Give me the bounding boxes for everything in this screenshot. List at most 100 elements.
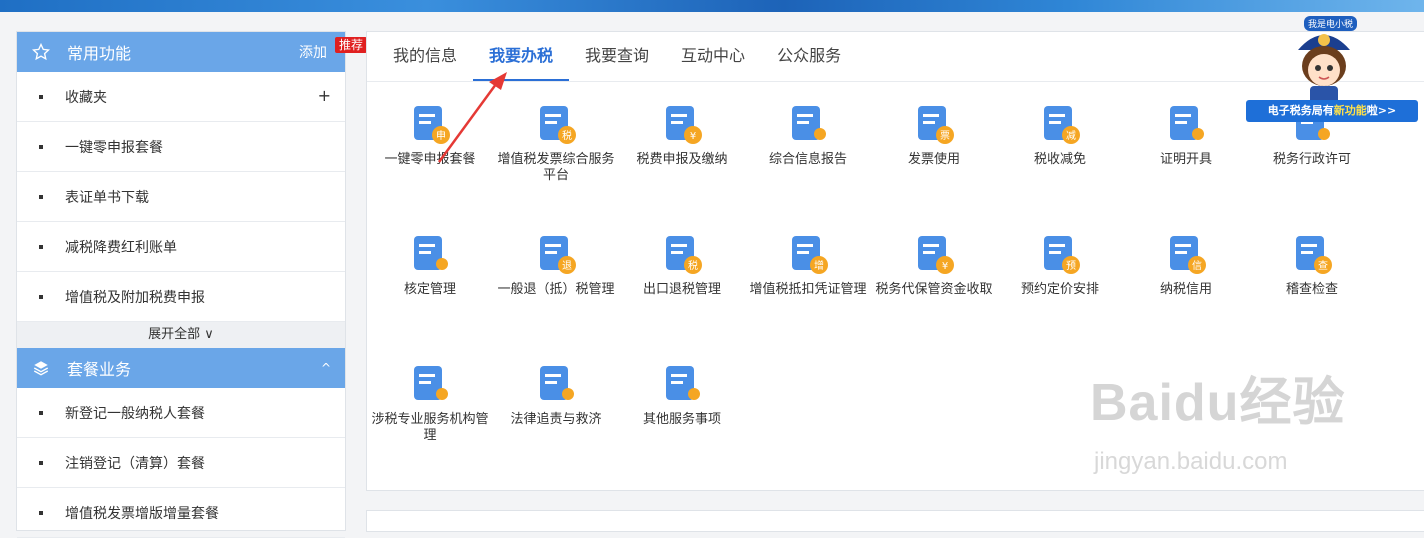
service-label: 一般退（抵）税管理 (497, 282, 615, 297)
service-item[interactable]: 综合信息报告 (745, 102, 871, 168)
svg-text:税: 税 (562, 129, 572, 142)
service-item[interactable]: ¥ 税费申报及缴纳 (619, 102, 745, 168)
tax-reduction-icon: 减 (1044, 106, 1080, 144)
sidebar-item-label: 新登记一般纳税人套餐 (65, 405, 205, 422)
service-label: 法律追责与救济 (510, 412, 602, 427)
bottom-panel (366, 510, 1424, 532)
legal-icon (540, 366, 574, 400)
sidebar-item-forms-download[interactable]: 表证单书下载 (17, 172, 345, 222)
service-label: 增值税抵扣凭证管理 (749, 282, 867, 297)
bullet-icon (39, 510, 43, 515)
service-label: 税收减免 (1033, 152, 1086, 167)
banner-text: 电子税务局有 (1267, 104, 1334, 117)
sidebar-item-invoice-increase[interactable]: 增值税发票增版增量套餐 (17, 488, 345, 538)
svg-text:信: 信 (1192, 260, 1202, 272)
layers-icon (31, 358, 51, 378)
service-item[interactable]: 税 出口退税管理 (619, 232, 745, 298)
tab-interaction[interactable]: 互动中心 (665, 33, 761, 81)
refund-icon: 退 (540, 236, 576, 274)
tax-credit-icon: 信 (1170, 236, 1206, 274)
bullet-icon (39, 294, 43, 299)
svg-text:退: 退 (562, 260, 572, 272)
service-item[interactable]: 增 增值税抵扣凭证管理 (745, 232, 871, 298)
service-label: 发票使用 (907, 152, 960, 167)
sidebar-item-favorites[interactable]: 收藏夹 + (17, 72, 345, 122)
service-label: 证明开具 (1159, 152, 1212, 167)
service-label: 出口退税管理 (642, 282, 721, 297)
common-functions-title: 常用功能 (67, 44, 132, 63)
service-item[interactable]: 票 发票使用 (871, 102, 997, 168)
sidebar-item-vat-declare[interactable]: 增值税及附加税费申报 (17, 272, 345, 322)
bullet-icon (39, 94, 43, 99)
service-label: 其他服务事项 (642, 412, 721, 427)
assessment-icon (414, 236, 448, 270)
sidebar-item-label: 减税降费红利账单 (65, 239, 177, 256)
inspection-icon: 查 (1296, 236, 1332, 274)
sidebar-item-new-registration[interactable]: 新登记一般纳税人套餐 (17, 388, 345, 438)
service-item[interactable]: 信 纳税信用 (1123, 232, 1249, 298)
sidebar-item-label: 增值税及附加税费申报 (65, 289, 205, 306)
service-label: 税务行政许可 (1272, 152, 1351, 167)
svg-text:查: 查 (1318, 259, 1328, 272)
new-feature-banner[interactable]: 电子税务局有新功能啦>> (1246, 100, 1418, 122)
svg-text:票: 票 (940, 130, 950, 142)
common-functions-header[interactable]: 常用功能 添加 推荐 (17, 32, 367, 72)
service-item[interactable]: ¥ 税务代保管资金收取 (871, 232, 997, 298)
sidebar-item-label: 收藏夹 (65, 89, 107, 106)
bullet-icon (39, 410, 43, 415)
service-item[interactable]: 证明开具 (1123, 102, 1249, 168)
service-item[interactable]: 预 预约定价安排 (997, 232, 1123, 298)
bullet-icon (39, 144, 43, 149)
invoice-use-icon: 票 (918, 106, 954, 144)
svg-text:减: 减 (1066, 130, 1076, 142)
svg-text:税: 税 (688, 259, 698, 272)
top-banner (0, 0, 1424, 12)
service-item[interactable]: 查 稽查检查 (1249, 232, 1375, 298)
invoice-platform-icon: 税 (540, 106, 576, 144)
tab-public-service[interactable]: 公众服务 (761, 33, 857, 81)
svg-text:增: 增 (814, 259, 824, 272)
mascot-icon (1298, 34, 1350, 104)
export-refund-icon: 税 (666, 236, 702, 274)
deduction-voucher-icon: 增 (792, 236, 828, 274)
sidebar-item-tax-cut-bill[interactable]: 减税降费红利账单 (17, 222, 345, 272)
add-favorite-button[interactable]: + (318, 86, 331, 105)
mascot-promo[interactable]: 我是电小税 电子税务局有新功能啦>> (1240, 14, 1420, 134)
svg-text:¥: ¥ (690, 131, 696, 142)
banner-suffix: 啦>> (1366, 104, 1397, 117)
mascot-bubble: 我是电小税 (1304, 16, 1358, 31)
package-business-header[interactable]: 套餐业务 ^ (17, 348, 345, 388)
sidebar-item-deregistration[interactable]: 注销登记（清算）套餐 (17, 438, 345, 488)
collapse-icon[interactable]: ^ (321, 361, 331, 375)
bullet-icon (39, 194, 43, 199)
service-label: 纳税信用 (1159, 282, 1212, 297)
watermark-url: jingyan.baidu.com (1094, 448, 1288, 475)
service-item[interactable]: 减 税收减免 (997, 102, 1123, 168)
service-item[interactable]: 核定管理 (367, 232, 493, 298)
service-item[interactable]: 退 一般退（抵）税管理 (493, 232, 619, 298)
sidebar-item-label: 注销登记（清算）套餐 (65, 455, 205, 472)
package-business-title: 套餐业务 (67, 360, 132, 379)
agency-management-icon (414, 366, 448, 400)
bullet-icon (39, 244, 43, 249)
add-button[interactable]: 添加 (299, 42, 327, 62)
certificate-icon (1170, 106, 1204, 140)
service-label: 预约定价安排 (1020, 282, 1099, 297)
service-item[interactable]: 涉税专业服务机构管理 (367, 362, 493, 444)
sidebar-item-zero-declare[interactable]: 一键零申报套餐 (17, 122, 345, 172)
service-item[interactable]: 其他服务事项 (619, 362, 745, 428)
expand-all-button[interactable]: 展开全部 ∨ (17, 322, 345, 348)
service-item[interactable]: 法律追责与救济 (493, 362, 619, 428)
service-label: 稽查检查 (1285, 282, 1338, 297)
service-label: 税费申报及缴纳 (636, 152, 728, 167)
tab-query[interactable]: 我要查询 (569, 33, 665, 81)
service-label: 涉税专业服务机构管理 (371, 412, 489, 443)
service-label: 税务代保管资金收取 (875, 282, 993, 297)
star-icon (31, 42, 51, 62)
svg-text:预: 预 (1066, 260, 1076, 272)
other-services-icon (666, 366, 700, 400)
recommend-badge: 推荐 (334, 37, 367, 53)
sidebar-item-label: 一键零申报套餐 (65, 139, 163, 156)
svg-text:¥: ¥ (942, 261, 948, 272)
pricing-arrangement-icon: 预 (1044, 236, 1080, 274)
